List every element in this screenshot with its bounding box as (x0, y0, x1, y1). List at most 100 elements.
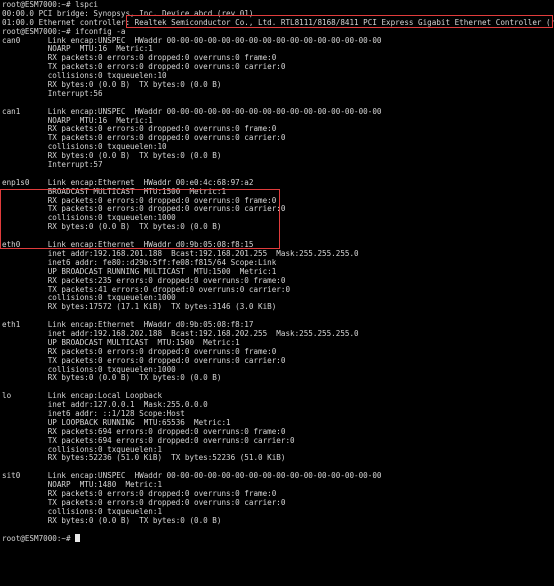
terminal-line-text: RX bytes:0 (0.0 B) TX bytes:0 (0.0 B) (2, 81, 222, 90)
terminal-line: TX packets:0 errors:0 dropped:0 overruns… (2, 134, 554, 143)
terminal-line-text: RX packets:694 errors:0 dropped:0 overru… (2, 427, 286, 436)
terminal-line: collisions:0 txqueuelen:1000 (2, 214, 554, 223)
terminal-line: NOARP MTU:16 Metric:1 (2, 117, 554, 126)
terminal-line-text: root@ESM7000:~# lspci (2, 1, 99, 9)
terminal-line-text: sit0 Link encap:UNSPEC HWaddr 00-00-00-0… (2, 472, 382, 481)
terminal-line: collisions:0 txqueuelen:1000 (2, 366, 554, 375)
terminal-line: RX packets:0 errors:0 dropped:0 overruns… (2, 348, 554, 357)
terminal-line: can1 Link encap:UNSPEC HWaddr 00-00-00-0… (2, 108, 554, 117)
terminal-line: enp1s0 Link encap:Ethernet HWaddr 00:e0:… (2, 179, 554, 188)
terminal-line-text: RX packets:0 errors:0 dropped:0 overruns… (2, 196, 277, 205)
terminal-line: inet addr:192.168.202.188 Bcast:192.168.… (2, 330, 554, 339)
terminal-line: UP BROADCAST RUNNING MULTICAST MTU:1500 … (2, 268, 554, 277)
terminal-line-text: TX packets:0 errors:0 dropped:0 overruns… (2, 63, 286, 72)
terminal-line: 01:00.0 Ethernet controller: Realtek Sem… (2, 19, 554, 28)
terminal-line-text: inet addr:192.168.201.188 Bcast:192.168.… (2, 249, 359, 258)
terminal-line: RX packets:0 errors:0 dropped:0 overruns… (2, 490, 554, 499)
terminal-line-text: inet6 addr: ::1/128 Scope:Host (2, 409, 185, 418)
terminal-line-text: TX packets:0 errors:0 dropped:0 overruns… (2, 134, 286, 143)
terminal-line: RX packets:0 errors:0 dropped:0 overruns… (2, 54, 554, 63)
terminal-line-text: RX bytes:0 (0.0 B) TX bytes:0 (0.0 B) (2, 516, 222, 525)
terminal-line: BROADCAST MULTICAST MTU:1500 Metric:1 (2, 188, 554, 197)
terminal-line-text: TX packets:694 errors:0 dropped:0 overru… (2, 436, 295, 445)
terminal-line: collisions:0 txqueuelen:10 (2, 143, 554, 152)
terminal-line: TX packets:0 errors:0 dropped:0 overruns… (2, 499, 554, 508)
terminal-line-text: lo Link encap:Local Loopback (2, 392, 163, 401)
terminal-line: collisions:0 txqueuelen:10 (2, 72, 554, 81)
terminal-line: RX bytes:17572 (17.1 KiB) TX bytes:3146 … (2, 303, 554, 312)
terminal-line: RX packets:0 errors:0 dropped:0 overruns… (2, 125, 554, 134)
terminal-line-text: inet addr:192.168.202.188 Bcast:192.168.… (2, 329, 359, 338)
terminal-line-text: RX bytes:0 (0.0 B) TX bytes:0 (0.0 B) (2, 223, 222, 232)
terminal-line-text: collisions:0 txqueuelen:1000 (2, 365, 176, 374)
terminal-line-text: TX packets:0 errors:0 dropped:0 overruns… (2, 356, 286, 365)
terminal-line: NOARP MTU:16 Metric:1 (2, 45, 554, 54)
terminal-line-text: 00:00.0 PCI bridge: Synopsys, Inc. Devic… (2, 9, 254, 18)
terminal-line: can0 Link encap:UNSPEC HWaddr 00-00-00-0… (2, 37, 554, 46)
terminal-line-text: TX packets:41 errors:0 dropped:0 overrun… (2, 285, 291, 294)
terminal-line: inet addr:192.168.201.188 Bcast:192.168.… (2, 250, 554, 259)
terminal-line-text: RX packets:0 errors:0 dropped:0 overruns… (2, 125, 277, 134)
terminal-line: RX packets:694 errors:0 dropped:0 overru… (2, 428, 554, 437)
terminal-line: RX bytes:0 (0.0 B) TX bytes:0 (0.0 B) (2, 223, 554, 232)
terminal-output: root@ESM7000:~# lspci 00:00.0 PCI bridge:… (2, 1, 554, 543)
terminal-line: TX packets:0 errors:0 dropped:0 overruns… (2, 205, 554, 214)
terminal-line-text: UP BROADCAST RUNNING MULTICAST MTU:1500 … (2, 267, 277, 276)
terminal-line-text: root@ESM7000:~# ifconfig -a (2, 27, 126, 36)
terminal-line-text: RX bytes:52236 (51.0 KiB) TX bytes:52236… (2, 454, 286, 463)
terminal-line: RX bytes:0 (0.0 B) TX bytes:0 (0.0 B) (2, 81, 554, 90)
terminal-line-text: root@ESM7000:~# (2, 534, 76, 544)
terminal-line: RX packets:0 errors:0 dropped:0 overruns… (2, 197, 554, 206)
terminal-line-text: NOARP MTU:1480 Metric:1 (2, 481, 163, 490)
terminal-line: Interrupt:56 (2, 90, 554, 99)
terminal-line: inet6 addr: ::1/128 Scope:Host (2, 410, 554, 419)
terminal-line: UP BROADCAST MULTICAST MTU:1500 Metric:1 (2, 339, 554, 348)
terminal-line-text: collisions:0 txqueuelen:1 (2, 507, 163, 516)
shell-prompt-line: root@ESM7000:~# (2, 534, 554, 543)
terminal-line-text: RX bytes:0 (0.0 B) TX bytes:0 (0.0 B) (2, 374, 222, 383)
text-cursor (75, 534, 80, 543)
terminal-line: NOARP MTU:1480 Metric:1 (2, 481, 554, 490)
terminal-line: TX packets:694 errors:0 dropped:0 overru… (2, 437, 554, 446)
terminal-line: TX packets:0 errors:0 dropped:0 overruns… (2, 357, 554, 366)
terminal-window[interactable]: root@ESM7000:~# lspci 00:00.0 PCI bridge:… (0, 0, 554, 586)
terminal-line-text: inet addr:127.0.0.1 Mask:255.0.0.0 (2, 401, 208, 410)
terminal-line: TX packets:0 errors:0 dropped:0 overruns… (2, 63, 554, 72)
terminal-line: RX bytes:0 (0.0 B) TX bytes:0 (0.0 B) (2, 152, 554, 161)
terminal-line: root@ESM7000:~# ifconfig -a (2, 28, 554, 37)
terminal-line-text: BROADCAST MULTICAST MTU:1500 Metric:1 (2, 187, 227, 196)
terminal-line-text: collisions:0 txqueuelen:1000 (2, 214, 176, 223)
terminal-line: lo Link encap:Local Loopback (2, 392, 554, 401)
terminal-line-text: inet6 addr: fe80::d29b:5ff:fe08:f815/64 … (2, 258, 277, 267)
terminal-line-text: eth1 Link encap:Ethernet HWaddr d0:9b:05… (2, 321, 254, 330)
terminal-line: collisions:0 txqueuelen:1 (2, 446, 554, 455)
terminal-line: collisions:0 txqueuelen:1 (2, 508, 554, 517)
terminal-line: eth1 Link encap:Ethernet HWaddr d0:9b:05… (2, 321, 554, 330)
terminal-line: inet addr:127.0.0.1 Mask:255.0.0.0 (2, 401, 554, 410)
terminal-line-text: Interrupt:57 (2, 161, 103, 170)
terminal-line-text: can1 Link encap:UNSPEC HWaddr 00-00-00-0… (2, 107, 382, 116)
terminal-line-text: collisions:0 txqueuelen:1000 (2, 294, 176, 303)
terminal-line-text: enp1s0 Link encap:Ethernet HWaddr 00:e0:… (2, 178, 254, 187)
terminal-line-text: RX packets:235 errors:0 dropped:0 overru… (2, 276, 286, 285)
terminal-line: root@ESM7000:~# lspci (2, 1, 554, 10)
terminal-line: collisions:0 txqueuelen:1000 (2, 294, 554, 303)
terminal-line: TX packets:41 errors:0 dropped:0 overrun… (2, 286, 554, 295)
terminal-line-text: eth0 Link encap:Ethernet HWaddr d0:9b:05… (2, 241, 254, 250)
terminal-line: 00:00.0 PCI bridge: Synopsys, Inc. Devic… (2, 10, 554, 19)
terminal-line: sit0 Link encap:UNSPEC HWaddr 00-00-00-0… (2, 472, 554, 481)
terminal-line-text: TX packets:0 errors:0 dropped:0 overruns… (2, 205, 286, 214)
terminal-line-text: can0 Link encap:UNSPEC HWaddr 00-00-00-0… (2, 36, 382, 45)
terminal-line-text: RX packets:0 errors:0 dropped:0 overruns… (2, 347, 277, 356)
terminal-line-text: RX packets:0 errors:0 dropped:0 overruns… (2, 489, 277, 498)
terminal-line-text: collisions:0 txqueuelen:10 (2, 143, 167, 152)
terminal-line-text: TX packets:0 errors:0 dropped:0 overruns… (2, 498, 286, 507)
terminal-line: eth0 Link encap:Ethernet HWaddr d0:9b:05… (2, 241, 554, 250)
